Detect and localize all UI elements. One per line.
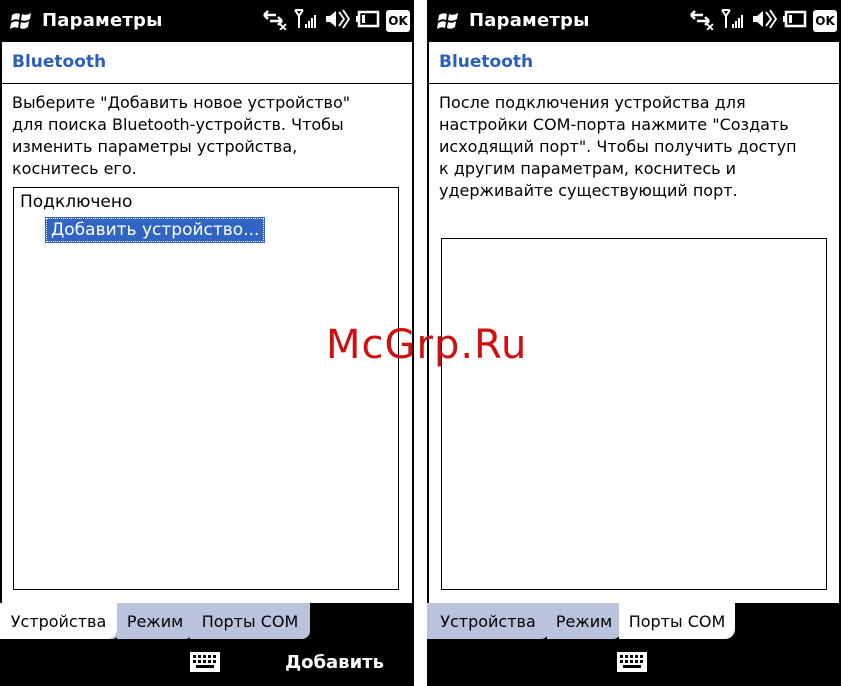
description-line: к другим параметрам, коснитесь и	[439, 159, 737, 178]
status-icons: OK	[262, 8, 410, 34]
tab-mode[interactable]: Режим	[117, 603, 193, 639]
tab-strip: Устройства Режим Порты COM	[427, 603, 841, 641]
soft-key-bar: Добавить	[0, 641, 414, 686]
description-text: После подключения устройства для настрой…	[439, 92, 824, 202]
description-line: После подключения устройства для	[439, 93, 746, 112]
title-bar: Параметры OK	[427, 0, 841, 42]
soft-key-bar	[427, 641, 841, 686]
ok-button[interactable]: OK	[813, 10, 837, 32]
description-line: коснитесь его.	[12, 159, 137, 178]
description-line: исходящий порт". Чтобы получить доступ	[439, 137, 797, 156]
divider	[429, 83, 839, 84]
ok-button[interactable]: OK	[386, 10, 410, 32]
app-title: Параметры	[42, 10, 163, 31]
tab-devices[interactable]: Устройства	[0, 603, 117, 639]
add-softkey[interactable]: Добавить	[285, 652, 384, 673]
status-icons: OK	[689, 8, 837, 34]
com-port-list[interactable]	[441, 238, 827, 590]
speaker-muted-icon[interactable]	[751, 8, 778, 34]
title-bar: Параметры OK	[0, 0, 414, 42]
list-group-connected: Подключено	[20, 192, 133, 212]
tab-com-ports[interactable]: Порты COM	[619, 603, 735, 639]
description-line: Выберите "Добавить новое устройство"	[12, 93, 351, 112]
windows-flag-icon[interactable]	[10, 9, 34, 35]
battery-icon[interactable]	[356, 8, 380, 34]
description-text: Выберите "Добавить новое устройство" для…	[12, 92, 397, 180]
speaker-muted-icon[interactable]	[324, 8, 351, 34]
sync-icon[interactable]	[689, 8, 715, 34]
watermark: McGrp.Ru	[326, 322, 528, 368]
description-line: настройки COM-порта нажмите "Создать	[439, 115, 789, 134]
tab-strip: Устройства Режим Порты COM	[0, 603, 414, 641]
tab-com-ports[interactable]: Порты COM	[190, 603, 310, 639]
signal-icon[interactable]	[294, 8, 318, 34]
divider	[2, 83, 412, 84]
device-list[interactable]: Подключено Добавить устройство...	[13, 187, 399, 590]
sync-icon[interactable]	[262, 8, 288, 34]
description-line: удерживайте существующий порт.	[439, 181, 738, 200]
tab-devices[interactable]: Устройства	[427, 603, 549, 639]
add-device-item[interactable]: Добавить устройство...	[44, 217, 266, 243]
keyboard-icon[interactable]	[617, 652, 647, 676]
battery-icon[interactable]	[783, 8, 807, 34]
windows-flag-icon[interactable]	[437, 9, 461, 35]
tab-mode[interactable]: Режим	[547, 603, 621, 639]
keyboard-icon[interactable]	[190, 652, 220, 676]
section-title: Bluetooth	[439, 52, 534, 72]
description-line: для поиска Bluetooth-устройств. Чтобы	[12, 115, 344, 134]
description-line: изменить параметры устройства,	[12, 137, 298, 156]
signal-icon[interactable]	[721, 8, 745, 34]
app-title: Параметры	[469, 10, 590, 31]
section-title: Bluetooth	[12, 52, 107, 72]
